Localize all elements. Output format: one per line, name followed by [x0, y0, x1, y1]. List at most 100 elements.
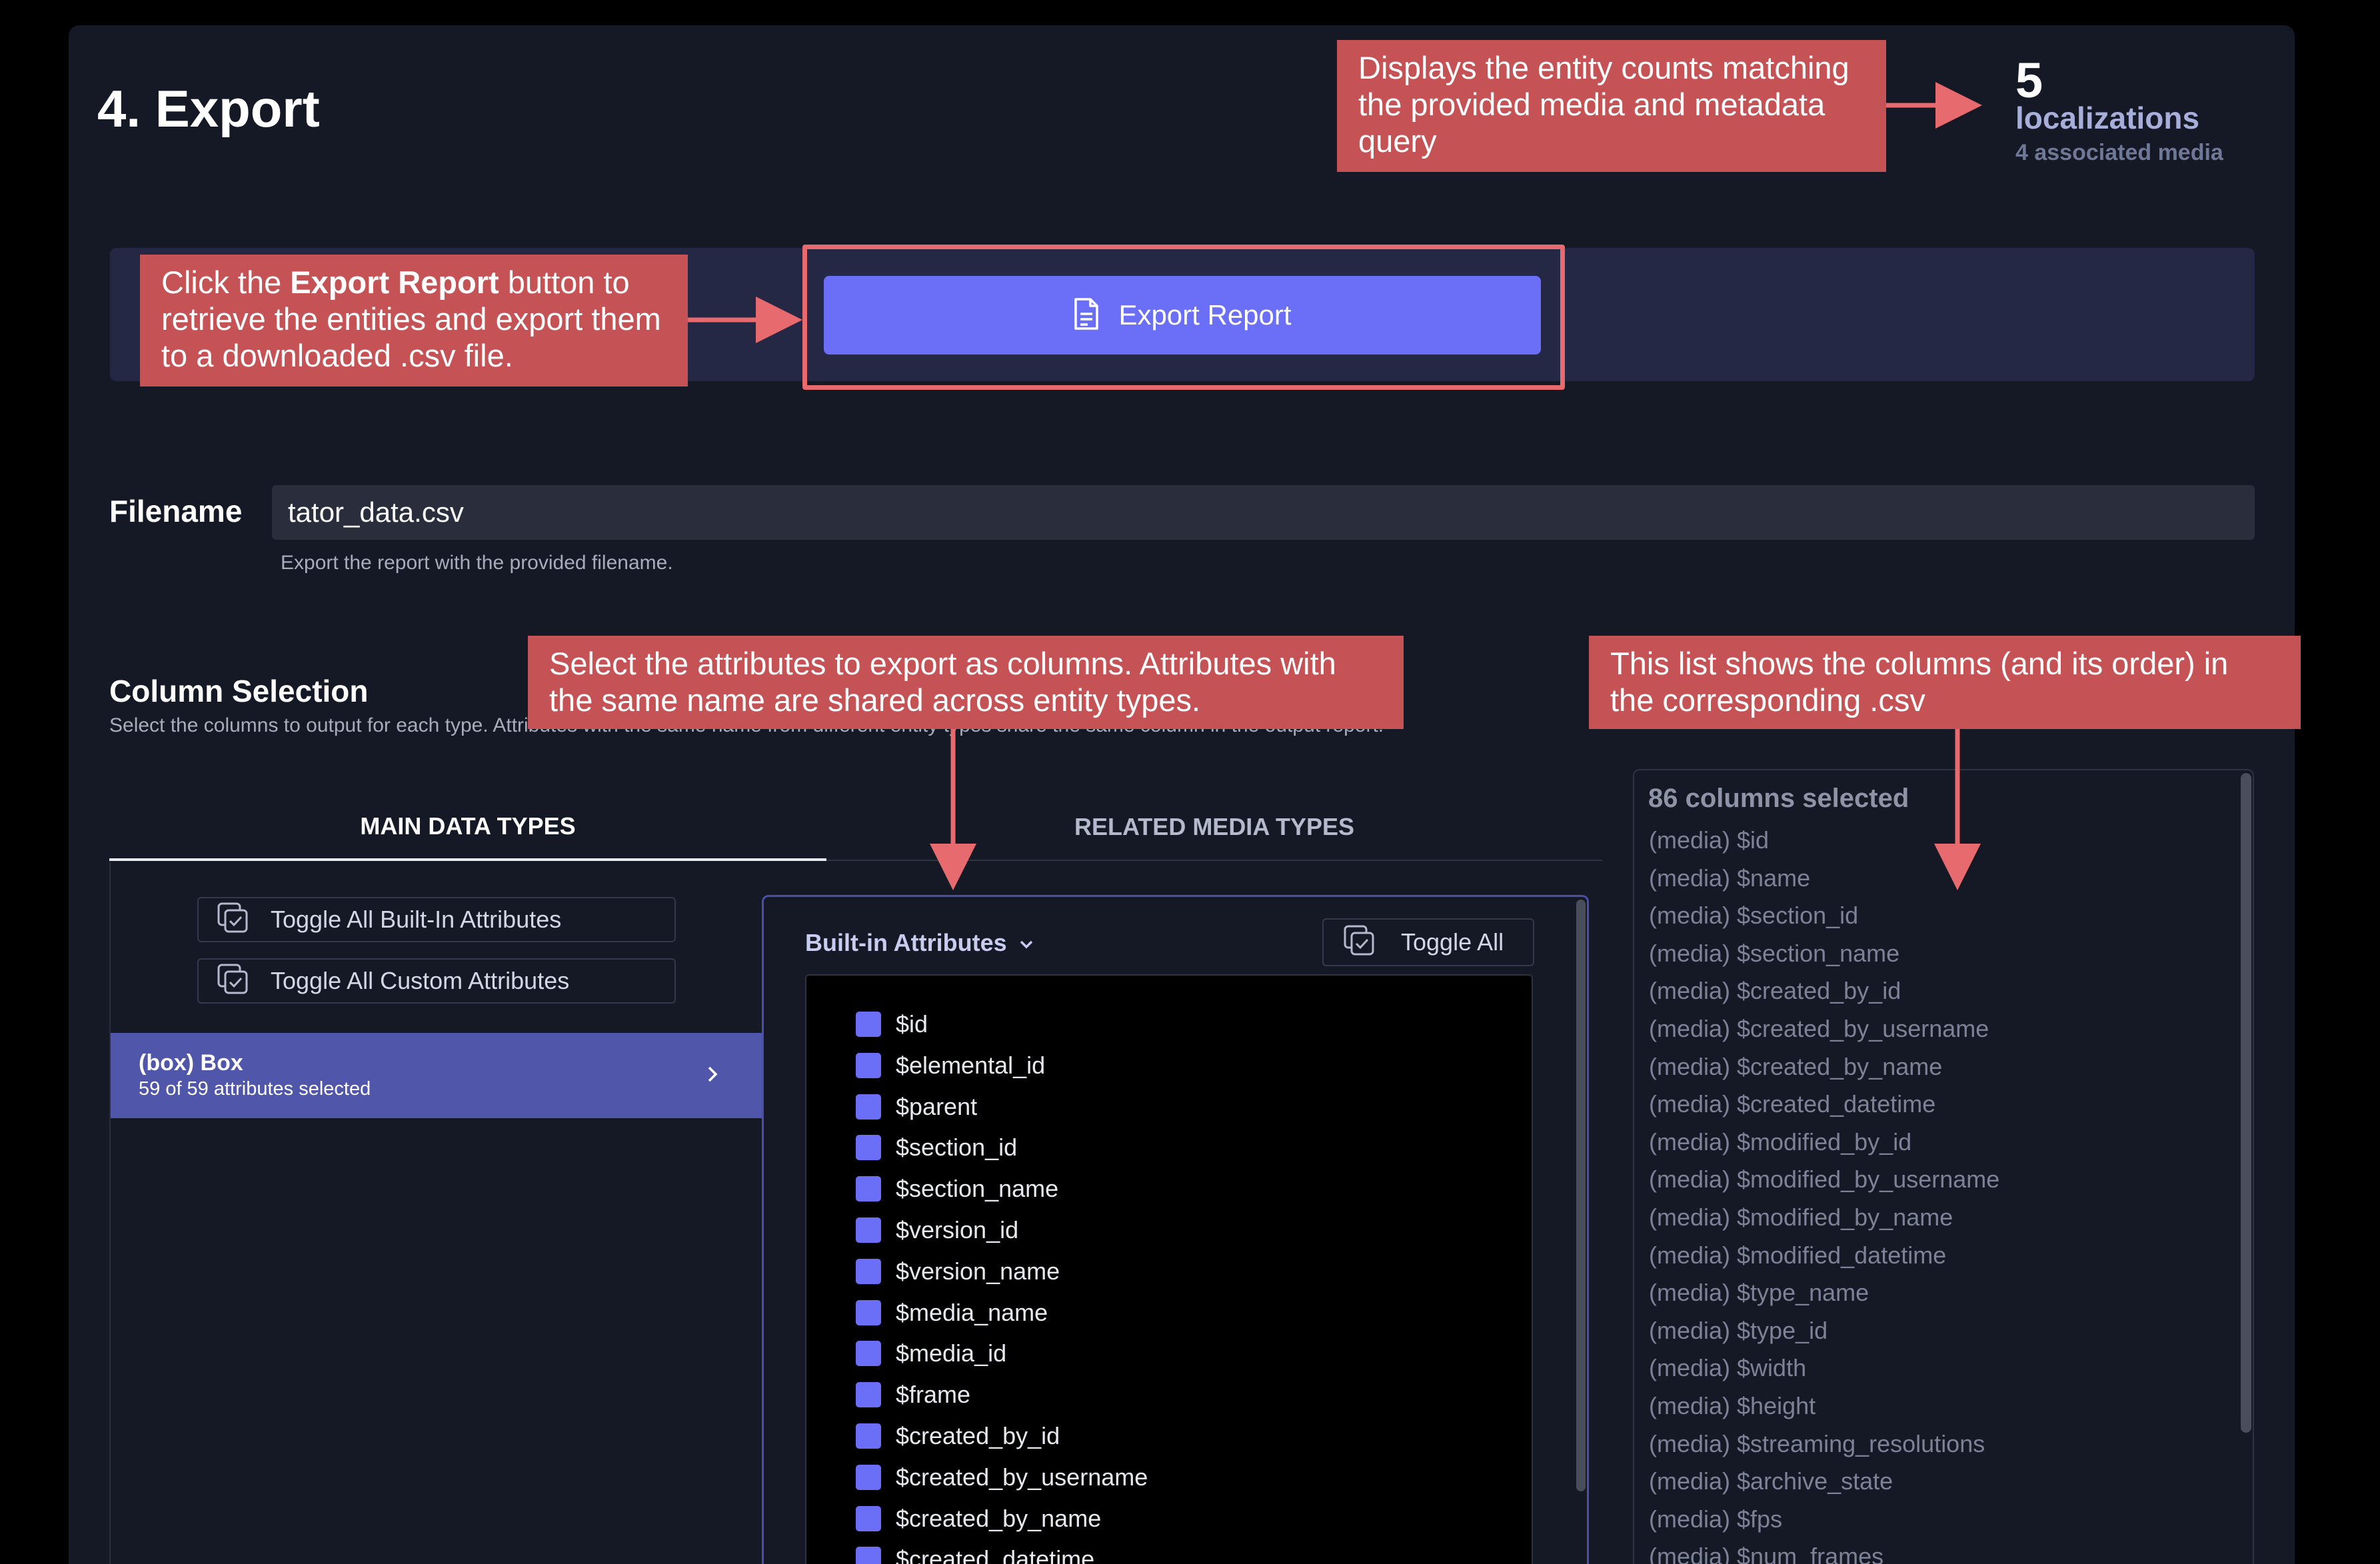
callout-export-bold: Export Report — [290, 265, 499, 300]
column-selection-title: Column Selection — [109, 674, 369, 708]
callout-attribute-selection: Select the attributes to export as colum… — [528, 636, 1404, 729]
attribute-label: $version_name — [896, 1257, 1060, 1285]
selected-column-item[interactable]: (media) $archive_state — [1649, 1467, 1893, 1495]
attribute-label: $elemental_id — [896, 1051, 1046, 1079]
attribute-item[interactable]: $created_by_username — [856, 1463, 1148, 1491]
data-type-name: (box) Box — [139, 1050, 243, 1076]
callout-export-pre: Click the — [161, 265, 291, 300]
attribute-item[interactable]: $created_by_name — [856, 1505, 1101, 1533]
attribute-checkbox[interactable] — [856, 1135, 881, 1161]
attribute-checkbox[interactable] — [856, 1094, 881, 1120]
selected-columns-title: 86 columns selected — [1648, 784, 1909, 813]
associated-media-count: 4 associated media — [2015, 140, 2223, 165]
attribute-item[interactable]: $media_name — [856, 1299, 1048, 1327]
attribute-label: $section_id — [896, 1134, 1018, 1162]
export-report-button[interactable]: Export Report — [824, 276, 1541, 355]
attribute-list-scroll-thumb[interactable] — [1576, 900, 1586, 1491]
attribute-checkbox[interactable] — [856, 1052, 881, 1078]
attribute-checkbox[interactable] — [856, 1012, 881, 1037]
page-title: 4. Export — [97, 79, 320, 138]
attribute-checkbox[interactable] — [856, 1505, 881, 1531]
attribute-item[interactable]: $version_id — [856, 1216, 1018, 1244]
attribute-label: $created_by_username — [896, 1463, 1148, 1491]
selected-columns-panel: (media) $id (media) $name (media) $section… — [1633, 769, 2254, 1564]
selected-column-item[interactable]: (media) $created_by_name — [1649, 1053, 1942, 1081]
selected-column-item[interactable]: (media) $section_id — [1649, 902, 1858, 930]
data-type-selected-count: 59 of 59 attributes selected — [139, 1078, 371, 1100]
attribute-label: $media_id — [896, 1339, 1007, 1367]
attribute-checkbox[interactable] — [856, 1464, 881, 1490]
attribute-item[interactable]: $version_name — [856, 1257, 1060, 1285]
selected-column-item[interactable]: (media) $num_frames — [1649, 1543, 1883, 1564]
attribute-checkbox[interactable] — [856, 1217, 881, 1243]
toggle-builtin-label: Toggle All Built-In Attributes — [271, 906, 562, 933]
builtin-attributes-dropdown[interactable]: Built-in Attributes — [805, 929, 1035, 957]
selected-column-item[interactable]: (media) $name — [1649, 864, 1810, 892]
attribute-label: $created_datetime — [896, 1545, 1095, 1564]
filename-input[interactable] — [272, 485, 2255, 540]
selected-column-item[interactable]: (media) $created_by_id — [1649, 977, 1901, 1005]
attribute-checkbox[interactable] — [856, 1547, 881, 1564]
attribute-item[interactable]: $section_name — [856, 1175, 1058, 1203]
filename-help-text: Export the report with the provided file… — [281, 552, 673, 574]
selected-column-item[interactable]: (media) $modified_by_username — [1649, 1166, 1999, 1193]
selected-column-item[interactable]: (media) $modified_by_id — [1649, 1128, 1911, 1156]
filename-label: Filename — [109, 494, 243, 528]
toggle-custom-label: Toggle All Custom Attributes — [271, 967, 570, 994]
attribute-checkbox[interactable] — [856, 1341, 881, 1367]
selected-columns-scroll-thumb[interactable] — [2241, 773, 2251, 1433]
attribute-label: $frame — [896, 1381, 971, 1409]
selected-column-item[interactable]: (media) $modified_by_name — [1649, 1203, 1953, 1231]
attribute-label: $created_by_name — [896, 1504, 1102, 1532]
data-type-item-box[interactable]: (box) Box 59 of 59 attributes selected — [111, 1033, 762, 1118]
attribute-label: $parent — [896, 1092, 978, 1120]
attribute-label: $id — [896, 1010, 928, 1038]
toggle-all-label: Toggle All — [1401, 928, 1504, 956]
attribute-label: $version_id — [896, 1216, 1019, 1243]
callout-entity-counts: Displays the entity counts matching the … — [1337, 40, 1886, 172]
callout-export-report: Click the Export Report button to retrie… — [140, 255, 688, 387]
selected-column-item[interactable]: (media) $streaming_resolutions — [1649, 1430, 1985, 1458]
selected-column-item[interactable]: (media) $created_by_username — [1649, 1015, 1989, 1043]
callout-column-order: This list shows the columns (and its ord… — [1589, 636, 2301, 729]
selected-column-item[interactable]: (media) $created_datetime — [1649, 1090, 1935, 1118]
selected-column-item[interactable]: (media) $type_name — [1649, 1279, 1869, 1307]
selected-column-item[interactable]: (media) $height — [1649, 1392, 1815, 1420]
attribute-checkbox[interactable] — [856, 1176, 881, 1202]
attribute-item[interactable]: $created_datetime — [856, 1545, 1094, 1564]
tab-main-data-types[interactable]: MAIN DATA TYPES — [109, 794, 826, 861]
attribute-checkbox[interactable] — [856, 1299, 881, 1325]
attribute-list: $id $elemental_id $parent $section_id $secti… — [805, 974, 1533, 1564]
attribute-item[interactable]: $section_id — [856, 1134, 1017, 1162]
selected-column-item[interactable]: (media) $fps — [1649, 1505, 1782, 1533]
attribute-item[interactable]: $frame — [856, 1381, 970, 1409]
attribute-checkbox[interactable] — [856, 1258, 881, 1284]
selected-column-item[interactable]: (media) $section_name — [1649, 940, 1899, 968]
attribute-item[interactable]: $parent — [856, 1093, 977, 1121]
attribute-label: $created_by_id — [896, 1422, 1060, 1449]
selected-column-item[interactable]: (media) $id — [1649, 826, 1769, 854]
selected-column-item[interactable]: (media) $width — [1649, 1354, 1806, 1382]
copy-check-icon — [216, 901, 251, 939]
document-icon — [1073, 297, 1100, 334]
attribute-checkbox[interactable] — [856, 1382, 881, 1408]
attribute-item[interactable]: $id — [856, 1010, 928, 1038]
toggle-all-button[interactable]: Toggle All — [1322, 918, 1534, 966]
entity-count-label: localizations — [2015, 101, 2200, 135]
attribute-item[interactable]: $created_by_id — [856, 1422, 1060, 1450]
attribute-item[interactable]: $elemental_id — [856, 1052, 1045, 1080]
copy-check-icon — [1342, 924, 1377, 962]
selected-column-item[interactable]: (media) $modified_datetime — [1649, 1241, 1946, 1269]
toggle-all-custom-button[interactable]: Toggle All Custom Attributes — [197, 958, 676, 1004]
attribute-label: $media_name — [896, 1298, 1048, 1326]
attribute-checkbox[interactable] — [856, 1423, 881, 1449]
attribute-item[interactable]: $media_id — [856, 1339, 1006, 1367]
selected-column-item[interactable]: (media) $type_id — [1649, 1317, 1827, 1345]
toggle-all-builtin-button[interactable]: Toggle All Built-In Attributes — [197, 897, 676, 942]
copy-check-icon — [216, 962, 251, 1000]
chevron-right-icon — [705, 1061, 721, 1091]
chevron-down-icon — [1018, 929, 1035, 957]
builtin-attributes-label: Built-in Attributes — [805, 929, 1007, 956]
attribute-label: $section_name — [896, 1175, 1059, 1203]
tab-related-media-types[interactable]: RELATED MEDIA TYPES — [826, 794, 1602, 861]
